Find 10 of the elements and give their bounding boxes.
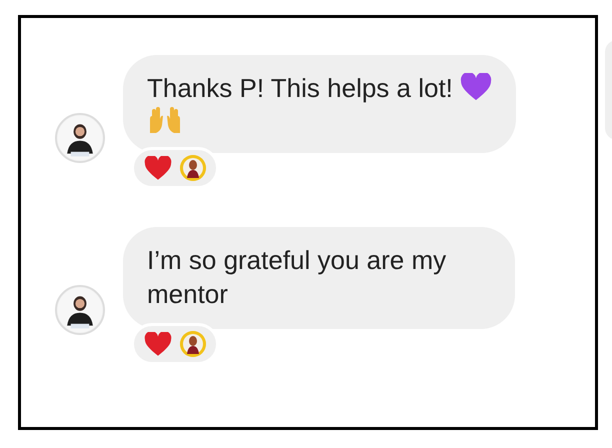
reactor-avatar [180,155,206,181]
avatar [55,113,105,163]
raised-hands-icon [147,105,183,135]
heart-icon [144,332,172,356]
reactor-avatar [180,331,206,357]
heart-icon [460,72,492,101]
message-text: Thanks P! This helps a lot! [147,73,453,103]
avatar [55,285,105,335]
message-text: I’m so grateful you are my mentor [147,245,446,309]
heart-icon [144,156,172,180]
